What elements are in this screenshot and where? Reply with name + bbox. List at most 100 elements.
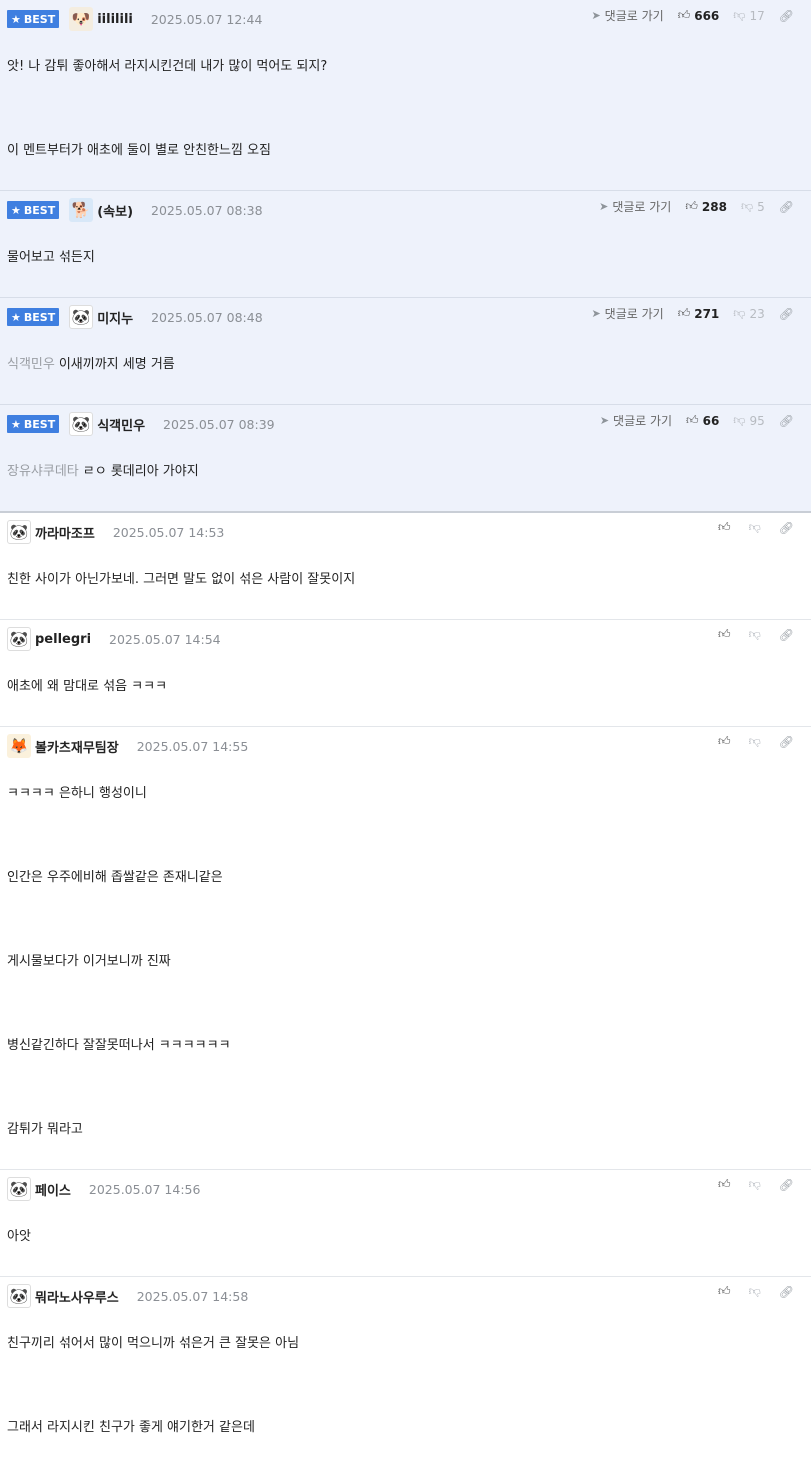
comment-date: 2025.05.07 14:54 bbox=[109, 631, 221, 647]
avatar[interactable]: 🐼 bbox=[7, 627, 31, 651]
link-icon: 🔗︎ bbox=[778, 1177, 794, 1192]
goto-comment-link[interactable]: ➤ 댓글로 가기 bbox=[599, 198, 671, 215]
like-button[interactable]: 👍︎ 666 bbox=[678, 8, 720, 23]
dislike-button[interactable]: 👎︎ bbox=[749, 1177, 765, 1192]
thumbs-up-icon: 👍︎ bbox=[686, 413, 699, 427]
comment-date: 2025.05.07 08:48 bbox=[151, 309, 263, 325]
share-button[interactable]: 🔗︎ bbox=[779, 521, 798, 535]
comment-author[interactable]: 미지누 bbox=[97, 308, 133, 327]
avatar[interactable]: 🐼 bbox=[7, 520, 31, 544]
comment-date: 2025.05.07 14:56 bbox=[88, 1181, 201, 1197]
like-button[interactable]: 👍︎ bbox=[718, 520, 735, 535]
thumbs-up-icon: 👍︎ bbox=[718, 734, 731, 748]
avatar[interactable]: 🦊 bbox=[7, 734, 31, 758]
panda-icon: 🐼 bbox=[71, 307, 91, 326]
comment-text: 장유샤쿠데타 ㄹㅇ 롯데리아 가야지 bbox=[7, 464, 199, 479]
comment-author[interactable]: 식객민우 bbox=[97, 415, 145, 434]
like-button[interactable]: 👍︎ bbox=[718, 1284, 735, 1299]
comment-author[interactable]: 뭐라노사우루스 bbox=[35, 1287, 119, 1306]
comment-author[interactable]: pellegri bbox=[35, 632, 91, 647]
avatar[interactable]: 🐼 bbox=[7, 1284, 31, 1308]
comment-author[interactable]: 볼카츠재무팀장 bbox=[35, 737, 119, 756]
comment-date: 2025.05.07 08:39 bbox=[163, 416, 275, 432]
thumbs-down-icon: 👎︎ bbox=[748, 734, 761, 748]
thumbs-up-icon: 👍︎ bbox=[677, 306, 691, 320]
comment-date: 2025.05.07 14:58 bbox=[136, 1288, 249, 1304]
share-button[interactable]: 🔗︎ bbox=[779, 735, 798, 749]
dislike-button[interactable]: 👎︎ bbox=[749, 627, 765, 642]
link-icon: 🔗︎ bbox=[778, 8, 794, 23]
comment-date: 2025.05.07 08:38 bbox=[151, 202, 263, 218]
comment-item: 🐼 pellegri 2025.05.07 14:54 👍︎ 👎︎ 🔗︎ 애초에… bbox=[0, 620, 811, 727]
panda-icon: 🐼 bbox=[71, 414, 91, 433]
thumbs-up-icon: 👍︎ bbox=[677, 8, 691, 22]
dislike-button[interactable]: 👎︎ bbox=[749, 520, 765, 535]
avatar[interactable]: 🐼 bbox=[69, 412, 94, 436]
share-button[interactable]: 🔗︎ bbox=[779, 307, 798, 321]
like-button[interactable]: 👍︎ 288 bbox=[685, 199, 727, 214]
best-comment: ★ BEST 🐕 (속보) 2025.05.07 08:38 ➤ 댓글로 가기 👍︎… bbox=[0, 191, 811, 298]
avatar[interactable]: 🐼 bbox=[7, 1177, 31, 1201]
goto-comment-link[interactable]: ➤ 댓글로 가기 bbox=[600, 412, 672, 429]
share-button[interactable]: 🔗︎ bbox=[779, 9, 798, 23]
comment-item: 🦊 볼카츠재무팀장 2025.05.07 14:55 👍︎ 👎︎ 🔗︎ ㅋㅋㅋㅋ… bbox=[0, 727, 811, 1170]
panda-icon: 🐼 bbox=[9, 1286, 29, 1305]
like-button[interactable]: 👍︎ bbox=[718, 1177, 735, 1192]
like-button[interactable]: 👍︎ 271 bbox=[678, 306, 720, 321]
like-button[interactable]: 👍︎ bbox=[718, 627, 735, 642]
share-button[interactable]: 🔗︎ bbox=[779, 414, 798, 428]
best-badge: ★ BEST bbox=[7, 415, 60, 433]
thumbs-down-icon: 👎︎ bbox=[740, 199, 754, 213]
dog-icon: 🐶 bbox=[71, 9, 91, 28]
share-button[interactable]: 🔗︎ bbox=[779, 1285, 798, 1299]
star-icon: ★ bbox=[11, 12, 21, 26]
goto-comment-link[interactable]: ➤ 댓글로 가기 bbox=[591, 7, 663, 24]
share-button[interactable]: 🔗︎ bbox=[779, 628, 798, 642]
dislike-button[interactable]: 👎︎ bbox=[749, 1284, 765, 1299]
comment-author[interactable]: iililili bbox=[97, 12, 133, 27]
thumbs-down-icon: 👎︎ bbox=[748, 520, 761, 534]
reply-mention[interactable]: 식객민우 bbox=[7, 357, 55, 372]
share-button[interactable]: 🔗︎ bbox=[779, 1178, 798, 1192]
reply-mention[interactable]: 장유샤쿠데타 bbox=[7, 464, 79, 479]
dislike-button[interactable]: 👎︎ 17 bbox=[733, 8, 764, 23]
comment-item: 🐼 페이스 2025.05.07 14:56 👍︎ 👎︎ 🔗︎ 아앗 bbox=[0, 1170, 811, 1277]
thumbs-down-icon: 👎︎ bbox=[733, 413, 746, 427]
thumbs-down-icon: 👎︎ bbox=[748, 1177, 761, 1191]
panda-icon: 🐼 bbox=[9, 629, 29, 648]
dislike-button[interactable]: 👎︎ 5 bbox=[741, 199, 765, 214]
comment-item: 🐼 까라마조프 2025.05.07 14:53 👍︎ 👎︎ 🔗︎ 친한 사이가… bbox=[0, 513, 811, 620]
like-button[interactable]: 👍︎ 66 bbox=[686, 413, 719, 428]
panda-icon: 🐼 bbox=[9, 1179, 29, 1198]
comment-item: 🐼 뭐라노사우루스 2025.05.07 14:58 👍︎ 👎︎ 🔗︎ 친구끼리… bbox=[0, 1277, 811, 1467]
best-comment: ★ BEST 🐶 iililili 2025.05.07 12:44 ➤ 댓글로 가… bbox=[0, 0, 811, 191]
star-icon: ★ bbox=[11, 310, 21, 324]
share-button[interactable]: 🔗︎ bbox=[779, 200, 798, 214]
avatar[interactable]: 🐼 bbox=[69, 305, 94, 329]
comment-text: 식객민우 이새끼까지 세명 거름 bbox=[7, 357, 175, 372]
comment-author[interactable]: 페이스 bbox=[35, 1180, 71, 1199]
comment-text: 물어보고 섞든지 bbox=[7, 250, 95, 265]
thumbs-down-icon: 👎︎ bbox=[733, 8, 746, 22]
avatar[interactable]: 🐶 bbox=[69, 7, 94, 31]
best-badge: ★ BEST bbox=[7, 10, 60, 28]
thumbs-up-icon: 👍︎ bbox=[718, 520, 731, 534]
thumbs-up-icon: 👍︎ bbox=[718, 1284, 731, 1298]
avatar[interactable]: 🐕 bbox=[69, 198, 94, 222]
comment-date: 2025.05.07 14:55 bbox=[136, 738, 249, 754]
comment-author[interactable]: (속보) bbox=[97, 201, 133, 220]
fox-icon: 🦊 bbox=[9, 736, 29, 755]
arrow-icon: ➤ bbox=[599, 414, 610, 427]
dislike-button[interactable]: 👎︎ 95 bbox=[733, 413, 764, 428]
goto-comment-link[interactable]: ➤ 댓글로 가기 bbox=[591, 305, 663, 322]
best-comment: ★ BEST 🐼 미지누 2025.05.07 08:48 ➤ 댓글로 가기 👍︎ 2… bbox=[0, 298, 811, 405]
comment-text: 친구끼리 섞어서 많이 먹으니까 섞은거 큰 잘못은 아님 그래서 라지시킨 친… bbox=[7, 1336, 300, 1435]
comment-author[interactable]: 까라마조프 bbox=[35, 523, 95, 542]
dislike-button[interactable]: 👎︎ bbox=[749, 734, 765, 749]
best-badge: ★ BEST bbox=[7, 308, 60, 326]
dislike-button[interactable]: 👎︎ 23 bbox=[733, 306, 764, 321]
blue-dog-icon: 🐕 bbox=[71, 200, 91, 219]
star-icon: ★ bbox=[11, 203, 21, 217]
comment-text: 아앗 bbox=[7, 1229, 31, 1244]
like-button[interactable]: 👍︎ bbox=[718, 734, 735, 749]
